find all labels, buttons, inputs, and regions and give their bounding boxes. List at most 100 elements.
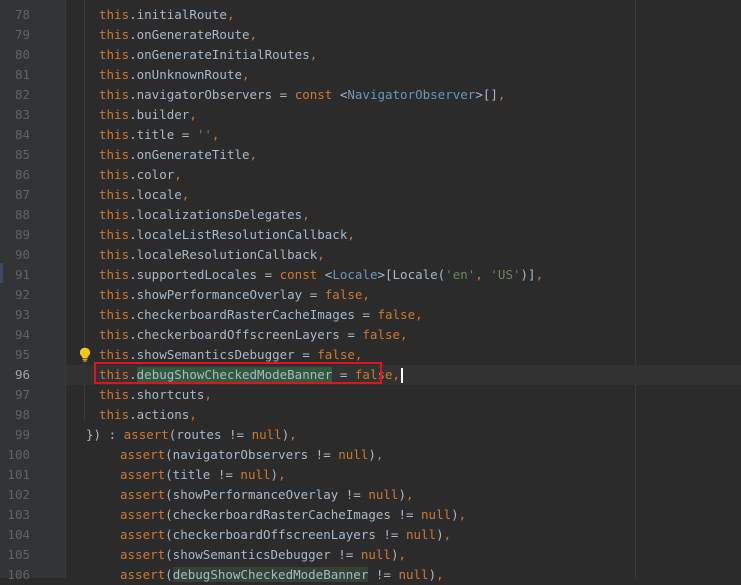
code-line[interactable]: this.supportedLocales = const <Locale>[L… [66,265,741,285]
code-token: null [368,487,399,502]
code-token: assert [123,427,169,442]
code-line[interactable]: this.actions, [66,405,741,425]
code-line[interactable]: this.onGenerateInitialRoutes, [66,45,741,65]
code-token: this [99,267,130,282]
code-token: , [174,167,182,182]
code-token: , [392,367,401,382]
line-number: 78 [14,7,30,22]
code-token: , [317,247,325,262]
code-token: this [99,287,130,302]
code-line[interactable]: }) : assert(routes != null), [66,425,741,445]
code-line[interactable]: assert(checkerboardRasterCacheImages != … [66,505,741,525]
code-token: , [415,307,423,322]
code-line[interactable]: this.locale, [66,185,741,205]
line-number: 105 [7,547,30,562]
code-token: , [400,327,408,342]
code-token: .color [129,167,175,182]
code-line[interactable]: this.showPerformanceOverlay = false, [66,285,741,305]
code-token: debugShowCheckedModeBanner [172,567,369,582]
code-token: ) [368,447,376,462]
code-token: .localeListResolutionCallback [129,227,348,242]
code-token: Locale( [392,267,446,282]
code-line[interactable]: this.localeListResolutionCallback, [66,225,741,245]
code-token: this [99,247,130,262]
code-token: .navigatorObservers = [129,87,295,102]
code-token: ) [451,507,459,522]
code-line[interactable]: this.builder, [66,105,741,125]
code-token: , [278,467,286,482]
code-token: , [181,187,190,202]
code-token: .showSemanticsDebugger = [129,347,318,362]
code-token: , [375,447,384,462]
code-token: ) [436,527,444,542]
code-token: this [99,167,130,182]
code-line[interactable]: this.localeResolutionCallback, [66,245,741,265]
code-line[interactable]: this.navigatorObservers = const <Navigat… [66,85,741,105]
code-line[interactable]: this.onUnknownRoute, [66,65,741,85]
code-line[interactable]: this.color, [66,165,741,185]
line-number: 81 [14,67,30,82]
code-token: , [443,527,452,542]
code-token: .onUnknownRoute [129,67,242,82]
code-token: .checkerboardOffscreenLayers = [129,327,363,342]
code-token: , [242,67,250,82]
code-line[interactable]: assert(debugShowCheckedModeBanner != nul… [66,565,741,585]
line-number: 90 [14,247,30,262]
code-line[interactable]: this.initialRoute, [66,5,741,25]
code-token: '' [196,127,212,142]
line-number: 103 [7,507,30,522]
code-token: assert [120,547,166,562]
code-token: }) : [86,427,124,442]
lightbulb-icon[interactable] [79,347,91,362]
code-token: this [99,207,130,222]
code-token: (showPerformanceOverlay != [165,487,369,502]
code-line[interactable]: assert(checkerboardOffscreenLayers != nu… [66,525,741,545]
code-token: assert [120,507,166,522]
code-line[interactable]: this.shortcuts, [66,385,741,405]
code-token: ) [270,467,279,482]
code-token: .onGenerateRoute [129,27,250,42]
code-token: ( [165,567,173,582]
code-line[interactable]: this.onGenerateTitle, [66,145,741,165]
code-line[interactable]: assert(title != null), [66,465,741,485]
line-number: 98 [14,407,30,422]
code-token: this [99,87,130,102]
code-token: , [211,127,220,142]
code-line[interactable]: this.checkerboardRasterCacheImages = fal… [66,305,741,325]
code-token: .builder [129,107,190,122]
code-token: null [251,427,282,442]
code-token: Locale [332,267,378,282]
code-token: , [249,147,258,162]
code-token: , [289,427,297,442]
code-token: this [99,327,130,342]
code-token: , [309,47,318,62]
code-token: .showPerformanceOverlay = [129,287,325,302]
code-token: this [99,347,130,362]
code-line[interactable]: assert(showPerformanceOverlay != null), [66,485,741,505]
code-token: ) [398,487,406,502]
code-token: )] [520,267,536,282]
code-line[interactable]: assert(showSemanticsDebugger != null), [66,545,741,565]
line-number: 87 [14,187,30,202]
code-token: this [99,407,130,422]
line-number: 96 [14,367,30,382]
code-token: this [99,227,130,242]
code-token: , [497,87,506,102]
code-line[interactable]: this.onGenerateRoute, [66,25,741,45]
code-token: , [535,267,544,282]
code-token: .title = [129,127,197,142]
code-token: 'en' [445,267,476,282]
line-number: 86 [14,167,30,182]
code-token: (showSemanticsDebugger != [165,547,361,562]
code-token: (routes != [168,427,252,442]
line-number: 100 [7,447,30,462]
code-line[interactable]: this.localizationsDelegates, [66,205,741,225]
code-token: const [294,87,340,102]
code-token: 'US' [490,267,521,282]
code-line[interactable]: this.title = '', [66,125,741,145]
line-number: 106 [7,567,30,582]
code-line[interactable]: assert(navigatorObservers != null), [66,445,741,465]
text-cursor [401,368,404,383]
code-line[interactable]: this.checkerboardOffscreenLayers = false… [66,325,741,345]
code-token: .localizationsDelegates [129,207,303,222]
